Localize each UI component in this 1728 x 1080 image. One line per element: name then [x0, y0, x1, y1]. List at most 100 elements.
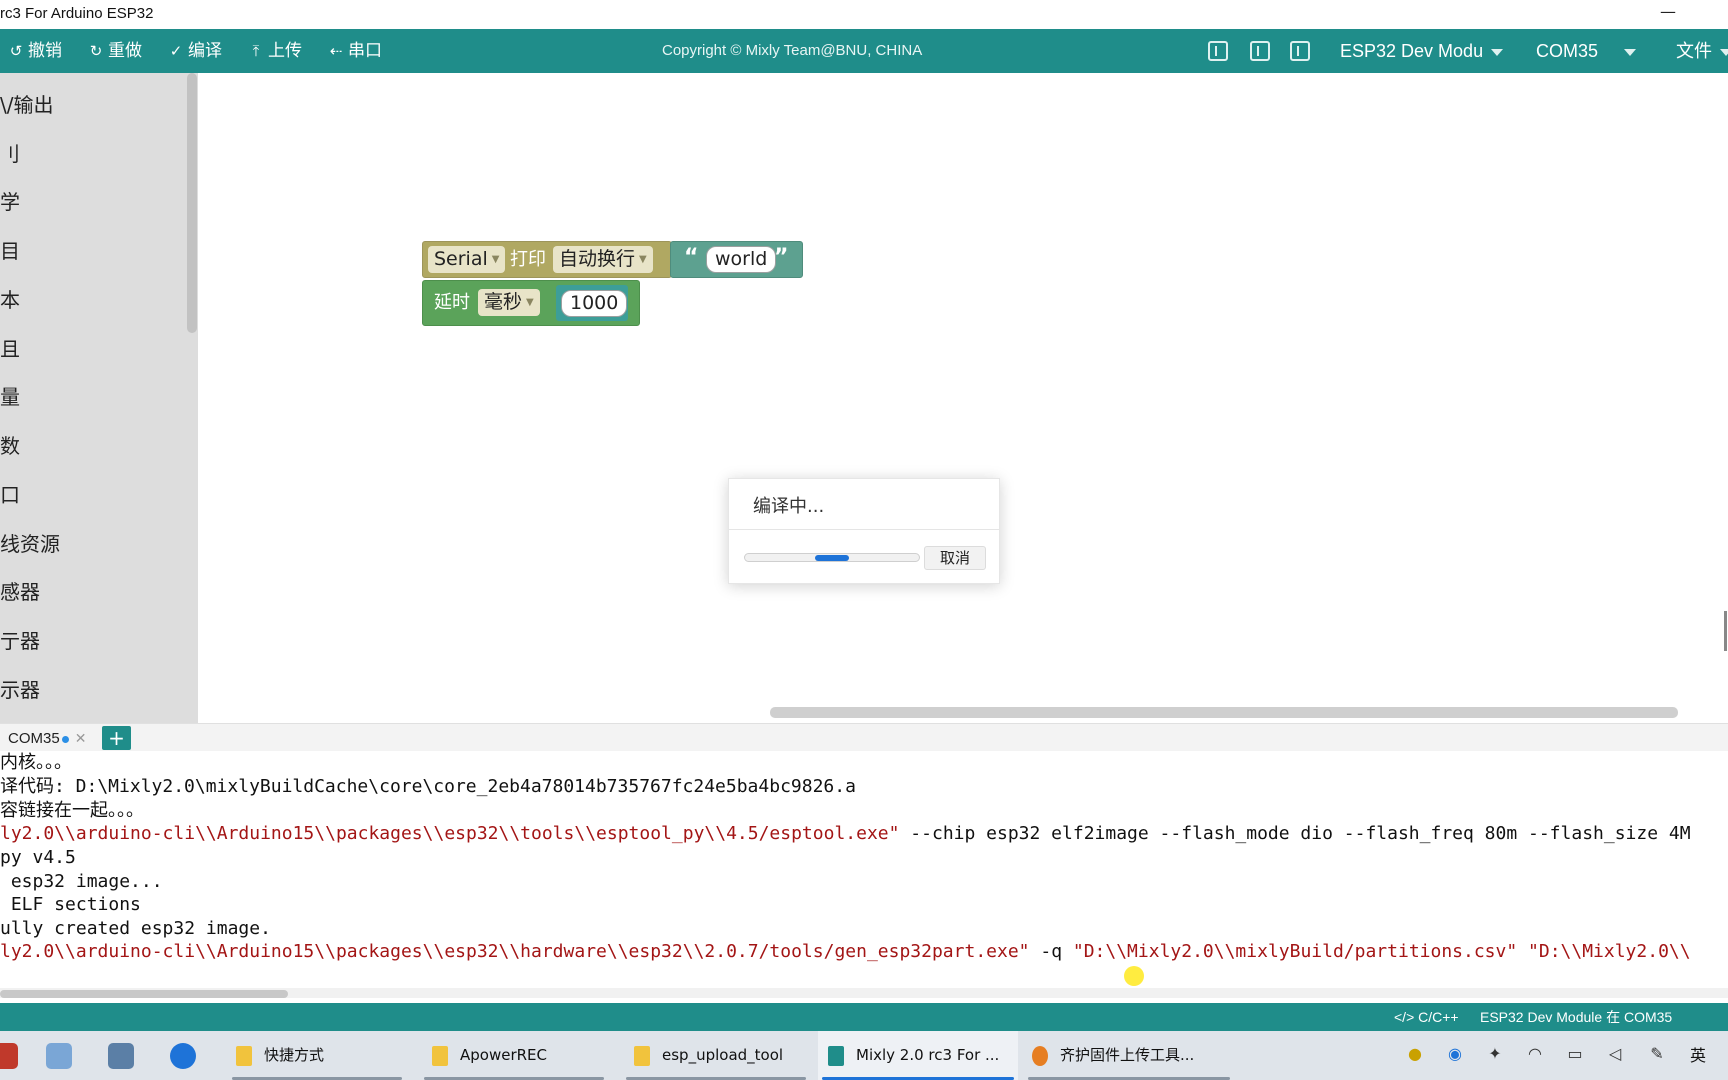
console-line: ully created esp32 image.	[0, 918, 271, 939]
wifi-icon[interactable]: ◠	[1526, 1045, 1544, 1063]
window-titlebar: rc3 For Arduino ESP32 —	[0, 0, 1728, 29]
text-value-field[interactable]: world	[706, 246, 777, 273]
category-item[interactable]: 学	[0, 186, 20, 215]
category-item[interactable]: 感器	[0, 576, 40, 605]
window-title: rc3 For Arduino ESP32	[0, 5, 154, 22]
dropdown-arrow-icon: ▼	[491, 254, 500, 265]
folder-icon	[634, 1045, 650, 1066]
undo-button[interactable]: ↺ 撤销	[8, 29, 62, 73]
port-select[interactable]: COM35	[1536, 29, 1637, 73]
mixly-icon	[828, 1045, 844, 1066]
board-select[interactable]: ESP32 Dev Modu	[1340, 29, 1504, 73]
upload-icon: ⤒	[252, 42, 260, 60]
console-line: ly2.0\\arduino-cli\\Arduino15\\packages\…	[0, 823, 1691, 844]
open-quote-icon: “	[684, 245, 699, 270]
windows-taskbar: 快捷方式 ApowerREC esp_upload_tool Mixly 2.0…	[0, 1031, 1728, 1080]
sidebar-scrollbar[interactable]	[187, 73, 197, 333]
cancel-button[interactable]: 取消	[924, 546, 986, 570]
battery-icon[interactable]: ▭	[1566, 1045, 1584, 1063]
console-horizontal-scrollbar[interactable]	[0, 990, 288, 998]
archive-icon[interactable]	[1208, 41, 1228, 61]
paint-icon[interactable]	[46, 1043, 72, 1069]
close-icon[interactable]: ✕	[75, 730, 87, 746]
category-item[interactable]: 刂	[0, 138, 20, 167]
tab-com35[interactable]: COM35 ✕	[0, 724, 86, 752]
category-item[interactable]: \/输出	[0, 89, 53, 118]
compile-progress-bar	[744, 553, 920, 562]
category-item[interactable]: 且	[0, 333, 20, 362]
add-tab-button[interactable]: +	[102, 726, 131, 750]
usb-icon: ⇠	[329, 42, 343, 60]
code-view-icon[interactable]	[1290, 41, 1310, 61]
dialog-divider	[729, 529, 999, 530]
sidebar-toggle-icon[interactable]	[1250, 41, 1270, 61]
firmware-tool-icon	[1032, 1045, 1048, 1066]
delay-unit-dropdown[interactable]: 毫秒 ▼	[478, 289, 540, 316]
chevron-down-icon	[1720, 48, 1728, 56]
category-item[interactable]: 示器	[0, 674, 40, 703]
tray-bluetooth-icon[interactable]: ✦	[1486, 1045, 1504, 1063]
mouse-cursor-highlight	[1124, 966, 1144, 986]
console-output[interactable]: 内核。。。 译代码: D:\Mixly2.0\mixlyBuildCache\c…	[0, 751, 1728, 991]
input-language-indicator[interactable]: 英	[1690, 1031, 1706, 1080]
status-bar: </> C/C++ ESP32 Dev Module 在 COM35	[0, 1003, 1728, 1031]
taskbar-app-firmware-tool[interactable]: 齐护固件上传工具...	[1024, 1031, 1234, 1080]
dialog-title: 编译中...	[753, 496, 825, 517]
file-menu[interactable]: 文件	[1676, 29, 1728, 73]
close-quote-icon: ”	[774, 245, 789, 270]
check-icon: ✓	[169, 42, 183, 60]
taskbar-app-mixly[interactable]: Mixly 2.0 rc3 For ...	[818, 1031, 1018, 1080]
taskbar-app-shortcuts[interactable]: 快捷方式	[228, 1031, 406, 1080]
console-line: 译代码: D:\Mixly2.0\mixlyBuildCache\core\co…	[0, 776, 856, 797]
category-item[interactable]: 数	[0, 430, 20, 459]
serial-port-dropdown[interactable]: Serial ▼	[428, 246, 506, 273]
folder-icon	[236, 1045, 252, 1066]
block-workspace[interactable]	[198, 73, 1728, 723]
calculator-icon[interactable]	[108, 1043, 134, 1069]
main-toolbar: ↺ 撤销 ↻ 重做 ✓ 编译 ⤒ 上传 ⇠ 串口 Copyright © Mixly Te…	[0, 29, 1728, 73]
redo-button[interactable]: ↻ 重做	[88, 29, 142, 73]
console-line: py v4.5	[0, 847, 76, 868]
delay-label: 延时	[434, 292, 470, 313]
minimize-button[interactable]: —	[1660, 2, 1676, 21]
taskbar-app-apowerrec[interactable]: ApowerREC	[420, 1031, 608, 1080]
taskbar-app-esp-upload-tool[interactable]: esp_upload_tool	[622, 1031, 810, 1080]
workspace-horizontal-scrollbar[interactable]	[770, 707, 1678, 718]
print-mode-dropdown[interactable]: 自动换行 ▼	[553, 246, 653, 273]
upload-button[interactable]: ⤒ 上传	[248, 29, 302, 73]
pen-icon[interactable]: ✎	[1648, 1045, 1666, 1063]
copyright-text: Copyright © Mixly Team@BNU, CHINA	[662, 42, 923, 59]
print-label: 打印	[510, 249, 546, 270]
tray-app-icon[interactable]: ●	[1406, 1045, 1424, 1063]
console-line: ELF sections	[0, 894, 141, 915]
folder-icon	[432, 1045, 448, 1066]
delay-value-field[interactable]: 1000	[561, 290, 628, 317]
console-line: 内核。。。	[0, 752, 72, 773]
redo-icon: ↻	[89, 42, 103, 60]
compile-button[interactable]: ✓ 编译	[168, 29, 222, 73]
search-app-icon[interactable]	[170, 1043, 196, 1069]
app-icon[interactable]	[0, 1043, 18, 1069]
category-item[interactable]: 亍器	[0, 625, 40, 654]
console-line: ly2.0\\arduino-cli\\Arduino15\\packages\…	[0, 941, 1691, 962]
category-item[interactable]: 量	[0, 381, 20, 410]
dropdown-arrow-icon: ▼	[639, 254, 647, 265]
volume-icon[interactable]: ◁	[1606, 1045, 1624, 1063]
console-tab-bar: COM35 ✕ +	[0, 723, 1728, 751]
block-category-sidebar: \/输出 刂 学 目 本 且 量 数 口 线资源 感器 亍器 示器	[0, 73, 198, 723]
serial-button[interactable]: ⇠ 串口	[328, 29, 382, 73]
category-item[interactable]: 目	[0, 235, 20, 264]
tray-recorder-icon[interactable]: ◉	[1446, 1045, 1464, 1063]
progress-fill	[814, 555, 850, 561]
compile-progress-dialog: 编译中... 取消	[728, 478, 1000, 584]
category-item[interactable]: 口	[0, 479, 20, 508]
board-status[interactable]: ESP32 Dev Module 在 COM35	[1480, 1003, 1672, 1031]
chevron-down-icon	[1624, 48, 1637, 56]
undo-icon: ↺	[9, 42, 23, 60]
dropdown-arrow-icon: ▼	[526, 297, 534, 308]
category-item[interactable]: 本	[0, 284, 20, 313]
language-indicator[interactable]: </> C/C++	[1394, 1003, 1459, 1031]
workspace-resize-handle[interactable]	[1724, 611, 1727, 651]
chevron-down-icon	[1491, 48, 1504, 56]
category-item[interactable]: 线资源	[0, 528, 60, 557]
